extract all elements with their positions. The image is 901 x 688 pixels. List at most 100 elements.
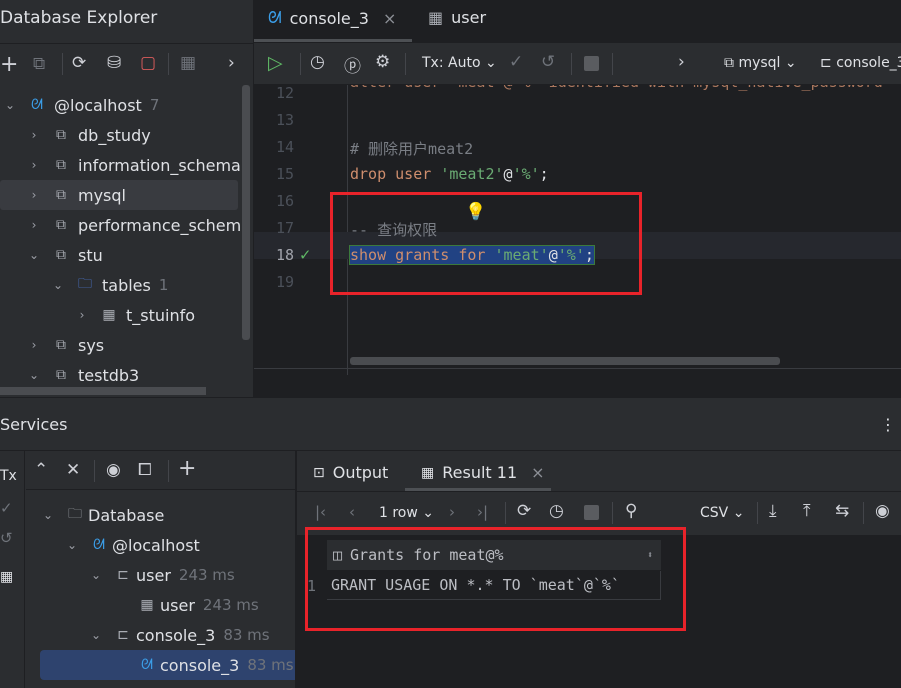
history-icon[interactable]: ◷: [549, 501, 564, 521]
chevron-down-icon[interactable]: ⌄: [64, 538, 80, 552]
close-icon[interactable]: ×: [383, 9, 396, 28]
refresh-icon[interactable]: ⟳: [517, 501, 531, 521]
schema-icon: ⧉: [56, 127, 66, 143]
eye-icon[interactable]: ◉: [106, 460, 121, 480]
rows-dropdown[interactable]: 1 row ⌄: [379, 505, 434, 521]
tree-item[interactable]: ⌄ 🗀 tables 1: [50, 270, 168, 300]
more-chevron-icon[interactable]: ›: [678, 52, 685, 72]
highlight-box-query: [330, 192, 642, 295]
schema-icon: ⧉: [56, 367, 66, 383]
service-item[interactable]: ᘛ console_3 83 ms: [40, 650, 295, 680]
rollback-icon[interactable]: ↺: [541, 52, 555, 72]
duplicate-icon[interactable]: ⧉: [33, 54, 45, 74]
tree-vertical-scrollbar[interactable]: [242, 85, 250, 340]
tab-console-3[interactable]: ᘛ console_3 ×: [268, 8, 396, 28]
more-options-icon[interactable]: ⋮: [880, 415, 896, 434]
first-page-icon[interactable]: |‹: [315, 503, 326, 521]
service-item[interactable]: ⌄ ⊏ user 243 ms: [88, 560, 235, 590]
tree-item[interactable]: › ⧉ mysql: [0, 180, 238, 210]
chevron-down-icon[interactable]: ⌄: [50, 278, 66, 292]
tab-result[interactable]: ▦ Result 11 ×: [421, 463, 545, 482]
line-number: 15: [275, 165, 294, 183]
add-icon[interactable]: +: [178, 456, 196, 481]
schema-selector[interactable]: ⧉ mysql ⌄: [724, 55, 797, 71]
stop-icon[interactable]: [584, 505, 599, 520]
console-icon: ⊡: [313, 464, 325, 481]
tree-item[interactable]: › ⧉ sys: [26, 330, 105, 360]
parameters-icon[interactable]: ⓟ: [344, 52, 361, 77]
close-icon[interactable]: ×: [531, 463, 544, 482]
chevron-down-icon[interactable]: ⌄: [2, 98, 18, 112]
settings-icon[interactable]: ⚙: [375, 52, 390, 72]
chevron-right-icon[interactable]: ›: [74, 308, 90, 322]
data-source-properties-icon[interactable]: ⛁: [107, 53, 121, 73]
chevron-right-icon[interactable]: ›: [26, 218, 42, 232]
tx-mode-dropdown[interactable]: Tx: Auto ⌄: [422, 55, 497, 71]
tree-item[interactable]: ⌄ ᘛ @localhost 7: [2, 90, 159, 120]
chevron-right-icon[interactable]: ›: [26, 338, 42, 352]
tree-item[interactable]: ⌄ ⧉ testdb3: [26, 360, 139, 390]
chevron-right-icon[interactable]: ›: [26, 188, 42, 202]
disconnect-icon[interactable]: ▢: [140, 53, 156, 73]
eye-icon[interactable]: ◉: [875, 501, 890, 521]
last-page-icon[interactable]: ›|: [477, 503, 488, 521]
tree-item[interactable]: ⌄ ⧉ stu: [26, 240, 103, 270]
editor-horizontal-scrollbar[interactable]: [350, 357, 780, 365]
chevron-down-icon[interactable]: ⌄: [88, 628, 104, 642]
previous-page-icon[interactable]: ‹: [349, 503, 355, 521]
executed-check-icon: ✓: [300, 245, 311, 265]
schema-icon: ⧉: [56, 187, 66, 203]
new-tab-icon[interactable]: ⧠: [138, 460, 152, 480]
commit-icon[interactable]: ✓: [509, 52, 523, 72]
export-format-dropdown[interactable]: CSV ⌄: [700, 505, 744, 521]
line-number: 18: [275, 246, 294, 264]
upload-icon[interactable]: ⤒: [803, 501, 811, 521]
rollback-icon[interactable]: ↺: [0, 529, 13, 547]
add-icon[interactable]: +: [0, 52, 18, 77]
line-number: 19: [275, 273, 294, 291]
tx-icon[interactable]: Tx: [0, 468, 17, 484]
chevron-right-icon[interactable]: ›: [26, 158, 42, 172]
schema-icon: ⧉: [56, 247, 66, 263]
tree-item[interactable]: › ⧉ performance_schema: [26, 210, 251, 240]
tab-output[interactable]: ⊡ Output: [313, 463, 388, 482]
refresh-icon[interactable]: ⟳: [72, 53, 86, 73]
tree-item[interactable]: › ⧉ information_schema: [26, 150, 241, 180]
tree-item[interactable]: › ⧉ db_study: [26, 120, 151, 150]
folder-icon: 🗀: [78, 276, 92, 292]
table-view-icon[interactable]: ▦: [180, 53, 196, 73]
chevron-down-icon[interactable]: ⌄: [40, 508, 56, 522]
database-explorer: Database Explorer + ⧉ ⟳ ⛁ ▢ ▦ › ⌄ ᘛ @local…: [0, 0, 253, 397]
expand-all-icon[interactable]: ⌃: [34, 460, 48, 480]
chevron-right-icon[interactable]: ›: [26, 128, 42, 142]
history-icon[interactable]: ◷: [310, 52, 325, 72]
next-page-icon[interactable]: ›: [449, 503, 455, 521]
explorer-title: Database Explorer: [0, 8, 158, 28]
session-selector[interactable]: ⊏ console_3: [820, 55, 901, 71]
service-item[interactable]: ⌄ ᘛ @localhost: [64, 530, 200, 560]
pin-icon[interactable]: ⚲: [625, 501, 637, 521]
table-icon[interactable]: ▦: [0, 569, 13, 585]
mysql-dolphin-icon: ᘛ: [31, 97, 43, 113]
chevron-down-icon[interactable]: ⌄: [26, 368, 42, 382]
compare-icon[interactable]: ⇆: [835, 501, 849, 521]
line-number: 13: [275, 111, 294, 129]
tab-user[interactable]: ▦ user: [428, 8, 486, 27]
editor-tabs: ᘛ console_3 × ▦ user: [254, 0, 901, 42]
line-number: 14: [275, 138, 294, 156]
service-item[interactable]: ⌄ 🗀 Database: [40, 500, 164, 530]
collapse-all-icon[interactable]: ✕: [66, 460, 80, 480]
stop-icon[interactable]: [584, 56, 599, 71]
schema-icon: ⧉: [56, 217, 66, 233]
session-icon: ⊏: [820, 55, 832, 71]
more-chevron-icon[interactable]: ›: [228, 53, 235, 73]
chevron-down-icon[interactable]: ⌄: [88, 568, 104, 582]
service-item[interactable]: ⌄ ⊏ console_3 83 ms: [88, 620, 270, 650]
run-icon[interactable]: ▷: [268, 52, 283, 74]
chevron-down-icon[interactable]: ⌄: [26, 248, 42, 262]
tree-item[interactable]: › ▦ t_stuinfo: [74, 300, 195, 330]
commit-icon[interactable]: ✓: [0, 499, 13, 517]
service-item[interactable]: ▦ user 243 ms: [112, 590, 258, 620]
tree-horizontal-scrollbar[interactable]: [0, 387, 206, 395]
download-icon[interactable]: ⤓: [769, 501, 777, 521]
